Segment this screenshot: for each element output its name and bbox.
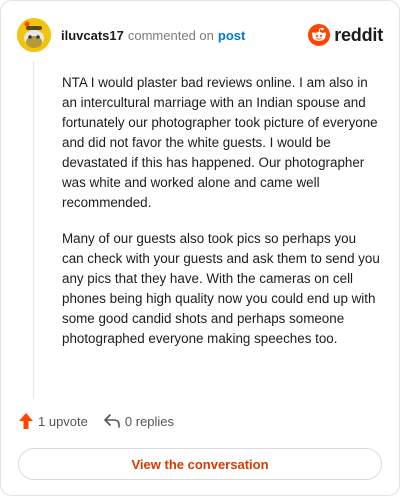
reddit-snoo-icon bbox=[308, 24, 331, 46]
snoo-avatar-icon bbox=[17, 18, 51, 52]
reply-arrow-icon bbox=[104, 414, 120, 428]
comment-paragraph: Many of our guests also took pics so per… bbox=[62, 231, 380, 346]
byline: iluvcats17 commented on post bbox=[61, 28, 245, 43]
comment-paragraph: NTA I would plaster bad reviews online. … bbox=[62, 75, 378, 210]
comment-body: NTA I would plaster bad reviews online. … bbox=[62, 73, 380, 365]
commented-on-text: commented on bbox=[127, 27, 214, 43]
username-link[interactable]: iluvcats17 bbox=[61, 28, 124, 43]
post-link[interactable]: post bbox=[218, 28, 245, 43]
replies-count: 0 replies bbox=[124, 413, 175, 429]
replies-button[interactable]: 0 replies bbox=[104, 414, 174, 429]
comment-actions: 1 upvote 0 replies bbox=[19, 413, 174, 429]
reddit-logo[interactable]: reddit bbox=[308, 24, 383, 46]
upvote-count: 1 upvote bbox=[38, 413, 88, 429]
view-conversation-button[interactable]: View the conversation bbox=[18, 448, 382, 480]
upvote-button[interactable]: 1 upvote bbox=[19, 413, 88, 429]
reddit-wordmark: reddit bbox=[334, 24, 383, 45]
thread-line bbox=[33, 61, 34, 399]
upvote-arrow-icon bbox=[19, 413, 33, 429]
embedded-comment-card: iluvcats17 commented on post reddit NTA I … bbox=[0, 0, 400, 496]
user-avatar[interactable] bbox=[17, 18, 51, 52]
comment-header: iluvcats17 commented on post reddit bbox=[17, 17, 383, 53]
